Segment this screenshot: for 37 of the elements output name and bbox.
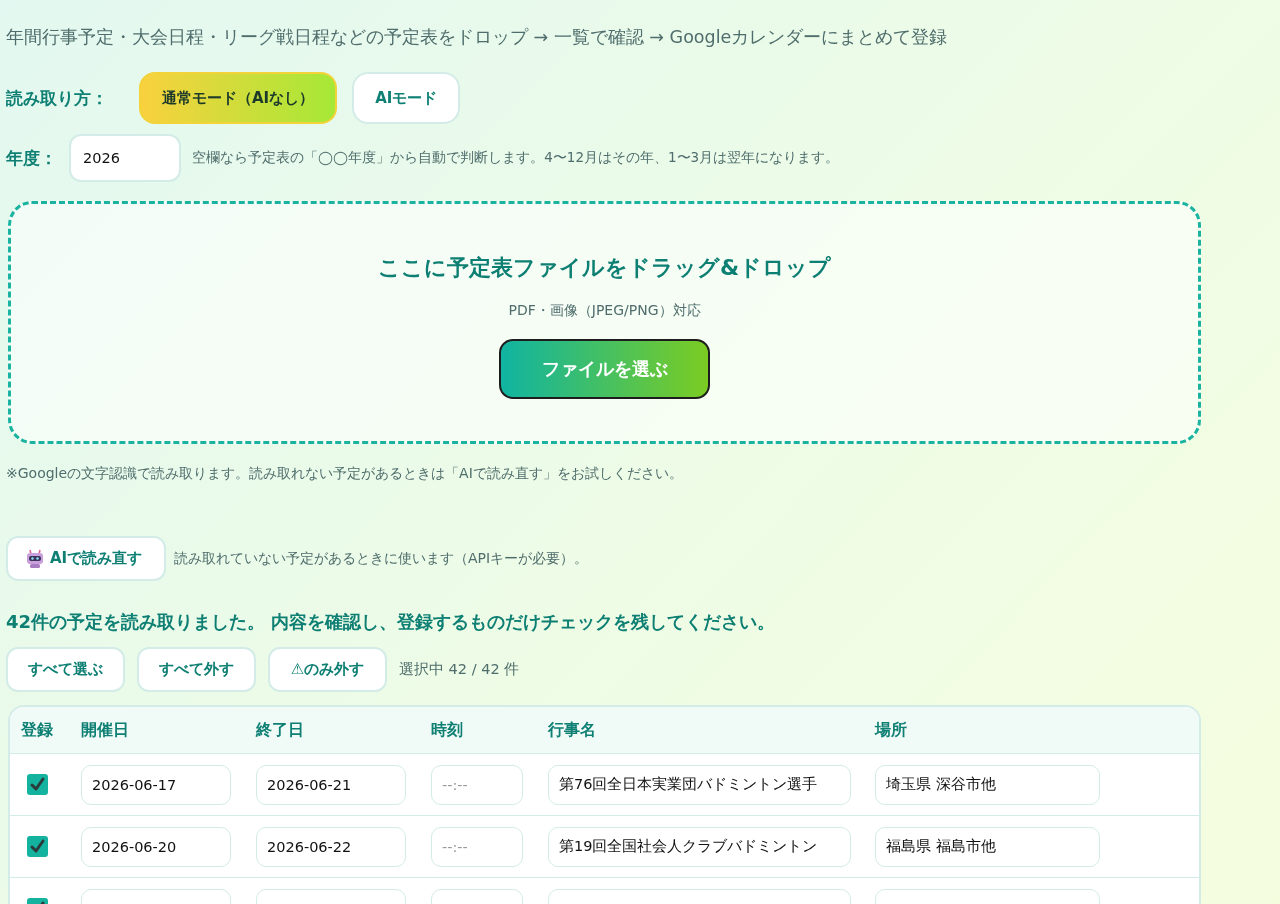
result-message: 42件の予定を読み取りました。 内容を確認し、登録するものだけチェックを残してください。 xyxy=(6,610,777,634)
column-header: 時刻 xyxy=(431,719,463,741)
supported-formats: PDF・画像（JPEG/PNG）対応 xyxy=(508,301,701,320)
column-header: 登録 xyxy=(21,719,53,741)
bulk-select-button[interactable]: すべて外す xyxy=(137,647,256,692)
selection-count: 選択中 42 / 42 件 xyxy=(399,660,520,679)
column-header: 場所 xyxy=(875,719,907,741)
column-header: 終了日 xyxy=(256,719,304,741)
year-label: 年度： xyxy=(6,146,58,170)
mode-option-button[interactable]: 通常モード（AIなし） xyxy=(139,72,338,124)
bulk-select-button[interactable]: すべて選ぶ xyxy=(6,647,125,692)
bulk-select-button[interactable]: ⚠のみ外す xyxy=(268,647,387,692)
checkbox[interactable] xyxy=(27,836,48,857)
time-field[interactable]: --:-- xyxy=(431,764,523,805)
ocr-note: ※Googleの文字認識で読み取ります。読み取れない予定があるときは「AIで読み直す」をお試しください。 xyxy=(6,464,684,483)
end-date-field[interactable]: 2026-06-22 xyxy=(256,826,406,867)
subtitle: 年間行事予定・大会日程・リーグ戦日程などの予定表をドロップ → 一覧で確認 → Googleカレンダーにまとめて登録 xyxy=(6,26,949,49)
start-date-field[interactable]: 2026-06-17 xyxy=(81,764,231,805)
place-field[interactable]: 福島県 福島市他 xyxy=(875,826,1100,867)
column-header: 開催日 xyxy=(81,719,129,741)
end-date-field[interactable]: 2026-06-21 xyxy=(256,764,406,805)
ai-reread-hint: 読み取れていない予定があるときに使います（APIキーが必要）。 xyxy=(174,549,589,568)
place-field[interactable]: 埼玉県 深谷市他 xyxy=(875,764,1100,805)
checkbox[interactable] xyxy=(27,774,48,795)
year-hint: 空欄なら予定表の「◯◯年度」から自動で判断します。4〜12月はその年、1〜3月は翌年になります。 xyxy=(192,149,840,167)
event-name-field[interactable]: 第76回全日本実業団バドミントン選手 xyxy=(548,764,851,805)
read-mode-label: 読み取り方： xyxy=(6,86,109,110)
drop-zone-title: ここに予定表ファイルをドラッグ&ドロップ xyxy=(377,254,832,282)
column-header: 行事名 xyxy=(548,719,596,741)
event-name-field[interactable]: 第19回全国社会人クラブバドミントン xyxy=(548,826,851,867)
year-input[interactable]: 2026 xyxy=(69,134,181,182)
ai-reread-button[interactable]: AIで読み直す xyxy=(6,536,166,581)
robot-icon xyxy=(26,548,44,569)
time-field[interactable]: --:-- xyxy=(431,826,523,867)
drop-zone[interactable]: ここに予定表ファイルをドラッグ&ドロップ PDF・画像（JPEG/PNG）対応 ファイルを選ぶ xyxy=(8,201,1201,444)
mode-option-button[interactable]: AIモード xyxy=(352,72,461,124)
start-date-field[interactable]: 2026-06-20 xyxy=(81,826,231,867)
